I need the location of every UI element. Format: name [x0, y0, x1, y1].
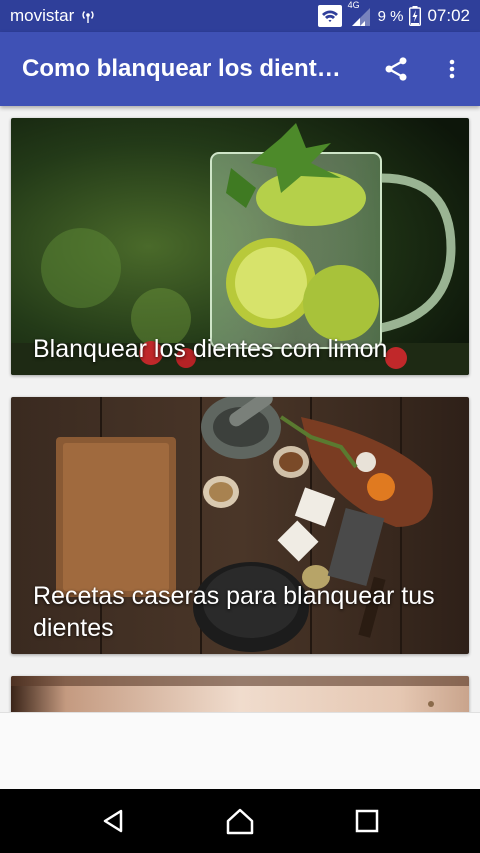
article-card[interactable]: Recetas caseras para blanquear tus dient… [11, 397, 469, 654]
article-title: Recetas caseras para blanquear tus dient… [33, 582, 435, 642]
article-list[interactable]: Blanquear los dientes con limon Recetas … [0, 106, 480, 712]
wifi-icon [317, 5, 342, 27]
cell-signal-icon: 4G [348, 0, 372, 26]
back-icon [104, 809, 123, 833]
bottom-blank-area [0, 712, 480, 789]
recents-icon [355, 809, 378, 833]
hotspot-icon [80, 8, 96, 24]
share-button[interactable] [368, 41, 424, 97]
carrier-name: movistar [10, 6, 75, 25]
status-icons: 4G 9 % 07:02 [317, 0, 470, 27]
article-card[interactable]: Blanquear los dientes con limon [11, 118, 469, 375]
share-icon [385, 57, 407, 81]
status-bar: movistar 4G 9 % 07:02 [0, 0, 480, 32]
more-vert-icon [449, 59, 455, 79]
app-title: Como blanquear los dientes con limon [22, 55, 352, 82]
home-button[interactable] [210, 791, 270, 851]
recents-button[interactable] [337, 791, 397, 851]
back-button[interactable] [83, 791, 143, 851]
battery-percent: 9 % [377, 7, 404, 25]
overflow-menu-button[interactable] [424, 41, 480, 97]
app-actions [368, 41, 480, 97]
card-image-face [11, 676, 469, 712]
article-title: Blanquear los dientes con limon [33, 335, 388, 363]
home-icon [226, 808, 254, 835]
battery-charging-icon [409, 6, 422, 26]
network-type-label: 4G [347, 0, 360, 10]
article-card[interactable] [11, 676, 469, 712]
screen: movistar 4G 9 % 07:02 Como blanquear los… [0, 0, 480, 853]
navigation-bar [0, 789, 480, 853]
clock: 07:02 [427, 6, 470, 25]
app-bar: Como blanquear los dientes con limon [0, 32, 480, 106]
